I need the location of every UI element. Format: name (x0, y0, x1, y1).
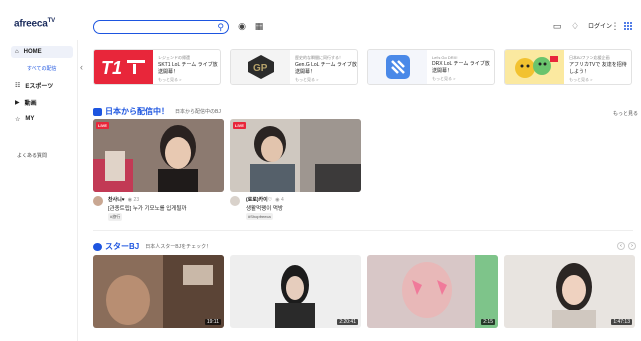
star-bj-icon (93, 242, 102, 251)
studio-icon[interactable]: ▦ (253, 20, 265, 32)
stream-title[interactable]: [관종트립] 누가 기모노를 입게될까 (108, 204, 186, 212)
vod-thumbnail[interactable]: 1:47:13 (504, 255, 635, 328)
live-tv-icon (93, 107, 102, 116)
sidebar-faq-link[interactable]: よくある質問 (17, 152, 47, 159)
duration-badge: 2:15 (481, 319, 495, 325)
banner-title: DRX LoL チーム ライブ放送開幕！ (432, 61, 490, 74)
banner-title: アフリカTVで 友達を招待しよう！ (569, 62, 627, 75)
sidebar-item-label: MY (25, 116, 35, 122)
live-thumbnail[interactable]: LIVE (230, 119, 361, 192)
sidebar-item-label: HOME (23, 49, 42, 55)
streamer-name-text: 찬사니♥ (108, 197, 125, 203)
sidebar-item-my[interactable]: ☆ MY (11, 113, 73, 125)
streamer-name[interactable]: 찬사니♥ ◉ 23 (108, 196, 139, 203)
avatar[interactable] (230, 196, 240, 206)
section-title: スターBJ (105, 242, 140, 251)
carousel-next-button[interactable]: › (628, 242, 636, 250)
stream-tag[interactable]: #Shopfreeca (246, 213, 273, 220)
carousel-prev-button[interactable]: ‹ (617, 242, 625, 250)
broadcast-icon[interactable]: ◉ (236, 20, 248, 32)
search-icon[interactable]: ⚲ (217, 22, 224, 33)
banner-more: もっと見る > (158, 77, 182, 82)
settings-icon[interactable]: ⋮ (609, 20, 621, 32)
sidebar-item-label: Eスポーツ (25, 83, 54, 90)
home-icon: ⌂ (15, 49, 19, 55)
streamer-name-text: (로로)카이♡ (246, 197, 273, 203)
sidebar-item-label: 動画 (24, 100, 37, 107)
vod-thumbnail[interactable]: 2:15 (367, 255, 498, 328)
live-thumbnail[interactable]: LIVE (93, 119, 224, 192)
duration-badge: 1:47:13 (611, 319, 632, 325)
banner-card[interactable]: 日本BJファン応援企画 アフリカTVで 友達を招待しよう！ もっと見る > (504, 49, 632, 85)
app-grid-icon[interactable] (624, 22, 632, 30)
banner-more: もっと見る > (432, 76, 456, 81)
logo[interactable]: afreecaTV (14, 18, 55, 29)
bell-icon[interactable]: ♢ (569, 20, 581, 32)
section-subtitle: 日本から配信中のBJ (175, 109, 221, 115)
logo-sup: TV (47, 18, 55, 24)
banner-more: もっと見る > (295, 77, 319, 82)
duration-badge: 19:11 (204, 319, 221, 325)
banner-illustration (505, 50, 564, 84)
banner-card[interactable]: Let's Go DRX! DRX LoL チーム ライブ放送開幕！ もっと見る… (367, 49, 495, 85)
section-more-link[interactable]: もっと見る (613, 110, 638, 117)
banner-card[interactable]: GP 歴史的な瞬間に同行する！ Gen.G LoL チーム ライブ放送開幕！ も… (230, 49, 358, 85)
viewer-count: ◉ 4 (275, 197, 284, 203)
stream-title[interactable]: 생활먹팽이 먹방 (246, 204, 283, 212)
banner-card[interactable]: T1 レジェンドの帰還 SKT1 LoL チーム ライブ放送開幕！ もっと見る … (93, 49, 221, 85)
my-icon: ☆ (15, 116, 21, 123)
duration-badge: 2:20:41 (337, 319, 358, 325)
sidebar-item-home[interactable]: ⌂ HOME (11, 46, 73, 58)
avatar[interactable] (93, 196, 103, 206)
video-icon: ▶ (15, 99, 20, 106)
sidebar-item-video[interactable]: ▶ 動画 (11, 96, 73, 108)
banner-title: SKT1 LoL チーム ライブ放送開幕！ (158, 62, 218, 75)
live-badge: LIVE (96, 122, 109, 129)
logo-text: afreeca (14, 18, 48, 30)
section-title: 日本から配信中！ (105, 107, 169, 116)
vod-thumbnail[interactable]: 19:11 (93, 255, 224, 328)
banner-logo: GP (231, 50, 290, 84)
section-title-live-japan: 日本から配信中！ 日本から配信中のBJ (93, 106, 221, 117)
banner-kicker: Let's Go DRX! (432, 55, 458, 60)
live-badge: LIVE (233, 122, 246, 129)
viewer-count-value: 23 (133, 197, 140, 203)
banner-prev-button[interactable]: ‹ (80, 62, 83, 72)
banner-kicker: 歴史的な瞬間に同行する！ (295, 55, 343, 60)
esports-icon: ☷ (15, 82, 21, 89)
banner-kicker: レジェンドの帰還 (158, 55, 190, 60)
top-bar: afreecaTV ⚲ ◉ ▦ ▭ ♢ ログイン ⋮ (0, 0, 641, 40)
video-upload-icon[interactable]: ▭ (551, 20, 563, 32)
sidebar-sub-all-live[interactable]: すべての配信 (27, 65, 56, 72)
svg-text:GP: GP (253, 63, 268, 74)
banner-more: もっと見る > (569, 77, 593, 82)
banner-logo (368, 50, 427, 84)
banner-logo: T1 (94, 50, 153, 84)
stream-tag[interactable]: #旅行 (108, 213, 123, 221)
banner-kicker: 日本BJファン応援企画 (569, 55, 610, 60)
viewer-count: ◉ 23 (127, 197, 140, 203)
streamer-name[interactable]: (로로)카이♡ ◉ 4 (246, 196, 284, 203)
section-subtitle: 日本人スターBJをチェック！ (145, 244, 212, 250)
vod-thumbnail[interactable]: 2:20:41 (230, 255, 361, 328)
search-input[interactable]: ⚲ (93, 20, 229, 34)
section-divider (93, 230, 633, 231)
viewer-count-value: 4 (280, 197, 284, 203)
sidebar-item-esports[interactable]: ☷ Eスポーツ (11, 79, 73, 91)
svg-text:T1: T1 (101, 58, 122, 78)
section-title-star-bj: スターBJ 日本人スターBJをチェック！ (93, 241, 211, 252)
sidebar: ⌂ HOME すべての配信 ☷ Eスポーツ ▶ 動画 ☆ MY よくある質問 (0, 40, 78, 341)
banner-title: Gen.G LoL チーム ライブ放送開幕！ (295, 62, 357, 75)
